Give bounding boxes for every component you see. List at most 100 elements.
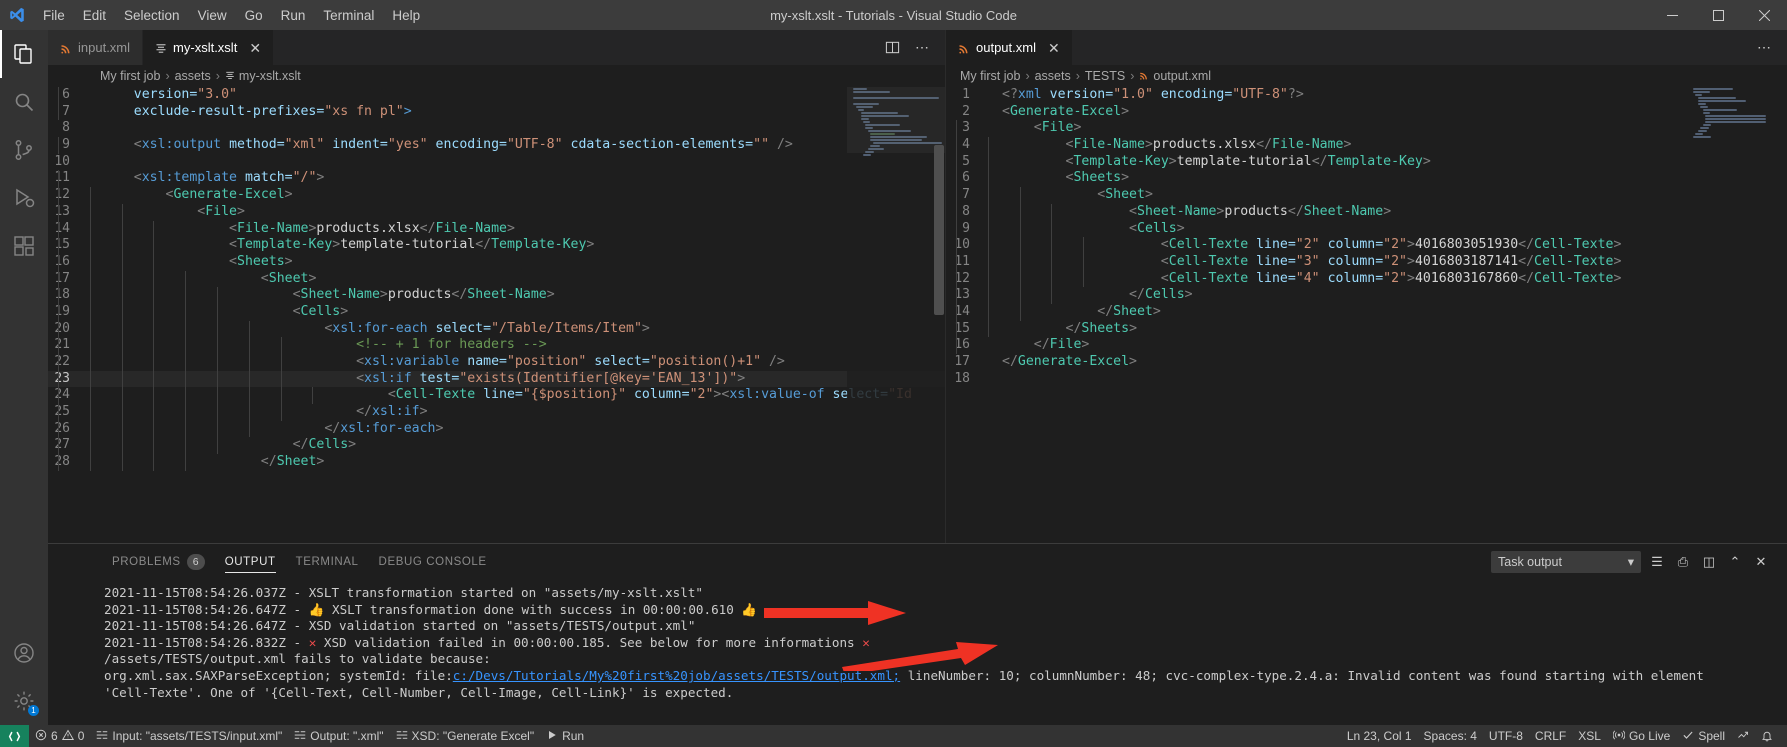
code-line[interactable]: 7 <Sheet> — [946, 187, 1787, 204]
code-content-left[interactable]: 6 version="3.0" 7 exclude-result-prefixes… — [48, 87, 945, 471]
code-line[interactable]: 28 </Sheet> — [48, 454, 945, 471]
maximize-panel-icon[interactable]: ⌃ — [1725, 552, 1745, 572]
code-line[interactable]: 5 <Template-Key>template-tutorial</Templ… — [946, 153, 1787, 171]
breadcrumb-item[interactable]: my-xslt.xslt — [225, 69, 301, 83]
panel-tab-debug-console[interactable]: DEBUG CONSOLE — [369, 544, 497, 579]
scrollbar-thumb[interactable] — [934, 145, 944, 315]
sidebar-item-run-and-debug[interactable] — [0, 174, 48, 222]
input-file-status[interactable]: Input: "assets/TESTS/input.xml" — [90, 725, 288, 747]
code-line[interactable]: 11 <xsl:template match="/"> — [48, 170, 945, 188]
close-icon[interactable]: ✕ — [249, 41, 261, 55]
breadcrumb-right[interactable]: My first job › assets › TESTS › output.x… — [946, 65, 1787, 87]
menu-go[interactable]: Go — [236, 4, 272, 27]
more-actions-icon[interactable]: ⋯ — [909, 35, 935, 61]
code-line[interactable]: 13 </Cells> — [946, 287, 1787, 304]
menu-help[interactable]: Help — [383, 4, 429, 27]
breadcrumb-item[interactable]: TESTS — [1085, 69, 1125, 83]
code-line[interactable]: 13 <File> — [48, 203, 945, 221]
code-line[interactable]: 21 <!-- + 1 for headers --> — [48, 337, 945, 354]
code-line[interactable]: 9 <Cells> — [946, 220, 1787, 238]
output-file-link[interactable]: c:/Devs/Tutorials/My%20first%20job/asset… — [453, 668, 900, 683]
panel-tab-terminal[interactable]: TERMINAL — [286, 544, 369, 579]
sidebar-item-source-control[interactable] — [0, 126, 48, 174]
window-controls[interactable] — [1649, 0, 1787, 30]
code-line[interactable]: 12 <Generate-Excel> — [48, 187, 945, 204]
code-line[interactable]: 6 version="3.0" — [48, 87, 945, 104]
code-line[interactable]: 15 </Sheets> — [946, 320, 1787, 338]
panel-tab-output[interactable]: OUTPUT — [215, 544, 286, 579]
sidebar-item-explorer[interactable] — [0, 30, 48, 78]
minimap-right[interactable] — [1689, 87, 1787, 543]
code-line[interactable]: 18 <Sheet-Name>products</Sheet-Name> — [48, 287, 945, 304]
encoding-status[interactable]: UTF-8 — [1483, 725, 1529, 747]
accounts-icon[interactable] — [0, 629, 48, 677]
code-line[interactable]: 8 <Sheet-Name>products</Sheet-Name> — [946, 203, 1787, 221]
code-content-right[interactable]: 1 <?xml version="1.0" encoding="UTF-8"?> 2… — [946, 87, 1787, 387]
language-mode-status[interactable]: XSL — [1572, 725, 1607, 747]
xsd-status[interactable]: XSD: "Generate Excel" — [390, 725, 541, 747]
clear-output-icon[interactable]: ☰ — [1647, 552, 1667, 572]
split-panel-icon[interactable]: ◫ — [1699, 552, 1719, 572]
code-line[interactable]: 26 </xsl:for-each> — [48, 420, 945, 438]
code-line[interactable]: 11 <Cell-Texte line="3" column="2">40168… — [946, 253, 1787, 271]
output-log[interactable]: 2021-11-15T08:54:26.037Z - XSLT transfor… — [48, 579, 1787, 725]
tab-input-xml[interactable]: input.xml — [48, 30, 144, 65]
notifications-bell-icon[interactable] — [1755, 725, 1779, 747]
close-icon[interactable]: ✕ — [1048, 41, 1060, 55]
code-line[interactable]: 6 <Sheets> — [946, 170, 1787, 188]
cursor-position[interactable]: Ln 23, Col 1 — [1341, 725, 1418, 747]
code-line[interactable]: 9 <xsl:output method="xml" indent="yes" … — [48, 137, 945, 154]
breadcrumb-item[interactable]: My first job — [960, 69, 1020, 83]
problems-status[interactable]: 6 0 — [29, 725, 90, 747]
more-actions-icon[interactable]: ⋯ — [1751, 35, 1777, 61]
sidebar-item-extensions[interactable] — [0, 222, 48, 270]
remote-tunnel-status[interactable] — [1731, 725, 1755, 747]
run-status[interactable]: Run — [540, 725, 590, 747]
tab-my-xslt-xslt[interactable]: my-xslt.xslt ✕ — [143, 30, 275, 65]
output-channel-select[interactable]: Task output ▾ — [1491, 550, 1641, 573]
output-file-status[interactable]: Output: ".xml" — [288, 725, 389, 747]
indentation-status[interactable]: Spaces: 4 — [1418, 725, 1483, 747]
code-line[interactable]: 7 exclude-result-prefixes="xs fn pl"> — [48, 103, 945, 121]
code-line[interactable]: 20 <xsl:for-each select="/Table/Items/It… — [48, 320, 945, 338]
close-button[interactable] — [1741, 0, 1787, 30]
code-line[interactable]: 12 <Cell-Texte line="4" column="2">40168… — [946, 270, 1787, 288]
menu-run[interactable]: Run — [272, 4, 315, 27]
minimize-button[interactable] — [1649, 0, 1695, 30]
code-line[interactable]: 19 <Cells> — [48, 303, 945, 321]
code-line[interactable]: 27 </Cells> — [48, 437, 945, 455]
eol-status[interactable]: CRLF — [1529, 725, 1572, 747]
code-line[interactable]: 2 <Generate-Excel> — [946, 104, 1787, 121]
go-live-status[interactable]: Go Live — [1607, 725, 1676, 747]
code-line[interactable]: 3 <File> — [946, 120, 1787, 138]
breadcrumb-item[interactable]: assets — [175, 69, 211, 83]
code-line[interactable]: 10 — [48, 154, 945, 171]
code-line[interactable]: 17 </Generate-Excel> — [946, 354, 1787, 371]
code-line[interactable]: 16 </File> — [946, 337, 1787, 354]
code-line[interactable]: 23 <xsl:if test="exists(Identifier[@key=… — [48, 370, 945, 388]
sidebar-item-search[interactable] — [0, 78, 48, 126]
lock-scroll-icon[interactable]: ⎙ — [1673, 552, 1693, 572]
code-line[interactable]: 25 </xsl:if> — [48, 404, 945, 421]
code-line[interactable]: 15 <Template-Key>template-tutorial</Temp… — [48, 237, 945, 254]
close-panel-icon[interactable]: ✕ — [1751, 552, 1771, 572]
code-line[interactable]: 22 <xsl:variable name="position" select=… — [48, 354, 945, 371]
code-line[interactable]: 16 <Sheets> — [48, 253, 945, 271]
breadcrumb-item[interactable]: assets — [1035, 69, 1071, 83]
code-line[interactable]: 18 — [946, 371, 1787, 388]
code-editor-left[interactable]: 6 version="3.0" 7 exclude-result-prefixes… — [48, 87, 945, 543]
settings-gear-icon[interactable]: 1 — [0, 677, 48, 725]
menu-selection[interactable]: Selection — [115, 4, 189, 27]
code-line[interactable]: 14 </Sheet> — [946, 303, 1787, 321]
maximize-button[interactable] — [1695, 0, 1741, 30]
split-editor-icon[interactable] — [879, 35, 905, 61]
panel-tab-problems[interactable]: PROBLEMS 6 — [102, 544, 215, 579]
code-line[interactable]: 17 <Sheet> — [48, 270, 945, 288]
menu-bar[interactable]: File Edit Selection View Go Run Terminal… — [34, 4, 429, 27]
remote-indicator[interactable] — [0, 725, 29, 747]
menu-terminal[interactable]: Terminal — [314, 4, 383, 27]
code-line[interactable]: 8 — [48, 120, 945, 137]
editor-scrollbar-left[interactable] — [931, 87, 945, 543]
breadcrumb-left[interactable]: My first job › assets › my-xslt.xslt — [48, 65, 945, 87]
spell-checker-status[interactable]: Spell — [1676, 725, 1731, 747]
